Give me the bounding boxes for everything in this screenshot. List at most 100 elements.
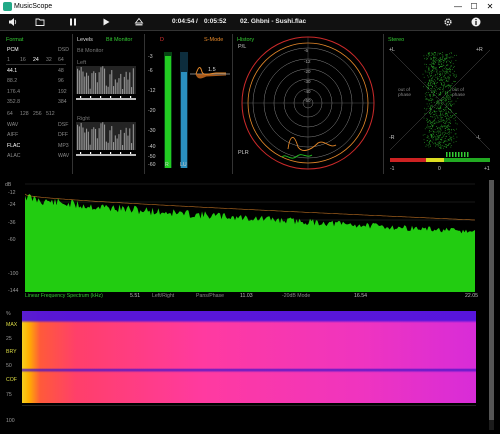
scrollbar-track[interactable] [489,180,494,430]
format-option: 32 [46,57,52,63]
r-value: 1.5 [208,67,216,73]
svg-text:+1: +1 [484,166,490,172]
bit-bar [84,76,86,94]
mode-20db[interactable]: -20dB Mode [282,293,310,299]
history-radial-plot: -6 -12 -20 -30 -40 -50 [241,36,375,170]
format-divider [6,64,66,65]
level-scale-tick: -40 [148,144,156,150]
stereo-title: Stereo [388,37,405,43]
gear-icon[interactable] [443,17,453,27]
bit-bar [78,70,80,94]
volume-icon[interactable] [8,17,18,27]
spectrum-db-label: dB [5,182,12,188]
title-bar: MusicScope — ☐ ✕ [0,0,500,14]
level-scale-tick: -20 [148,108,156,114]
bit-bar [105,85,107,94]
track-title: 02. Ghbni - Sushi.flac [240,18,307,25]
scrollbar-thumb[interactable] [489,180,494,420]
bit-bar [132,124,134,150]
d-mode-label[interactable]: D [160,37,164,43]
xtick-22k: 22.05 [465,293,478,299]
divider [72,34,73,174]
bit-bar [114,135,116,150]
level-scale-tick: -60 [148,162,156,168]
bit-bar [102,66,104,94]
bit-bar [98,72,100,94]
format-option: MP3 [58,143,69,149]
divider [144,34,145,174]
maximize-button[interactable]: ☐ [468,2,480,12]
format-option: 512 [46,111,55,117]
divider [232,34,233,174]
bit-bar [132,68,134,94]
bit-bar [107,86,109,94]
bit-bar [131,143,133,150]
bit-bar [123,76,125,94]
format-option: 44.1 [7,68,18,74]
levels-title: Levels [77,37,93,43]
format-option: FLAC [7,143,21,149]
format-option: DFF [58,132,69,138]
bit-monitor-subtitle: Bit Monitor [77,48,104,54]
play-icon[interactable] [101,17,111,27]
level-scale-tick: -50 [148,154,156,160]
info-icon[interactable] [471,17,481,27]
bit-bar [104,68,106,94]
spectrogram-y-tick: BRY [6,349,17,355]
spectrogram-y-tick: 25 [6,336,12,342]
bit-bar [120,129,122,150]
bit-bar [77,68,79,94]
svg-text:0: 0 [438,166,441,172]
minimize-button[interactable]: — [452,2,464,12]
format-option: 128 [20,111,29,117]
mode-left-right[interactable]: Left/Right [152,293,174,299]
bit-bar [122,145,124,150]
meter-label-lu: LU [180,162,187,168]
bit-bar [84,132,86,150]
meter-label-r: R [165,162,169,168]
format-option: 176.4 [7,89,20,95]
xtick-16k: 16.54 [354,293,367,299]
bit-bar [104,124,106,150]
xtick-5k: 5.51 [130,293,141,299]
spectrogram-baseline [22,405,476,406]
spectrum-y-tick: -24 [8,202,16,208]
pause-icon[interactable] [68,17,78,27]
eject-icon[interactable] [134,17,144,27]
format-option: ALAC [7,153,21,159]
bit-bar [78,126,80,150]
format-option: 48 [58,68,64,74]
bit-bar [89,144,91,150]
bit-bar [122,89,124,94]
bit-bar [109,74,111,94]
bit-bar [114,79,116,94]
spectrogram-y-tick: 100 [6,418,15,424]
bit-bar [107,142,109,150]
mode-pans-phase[interactable]: Pans/Phase [196,293,224,299]
format-option: 64 [7,111,13,117]
bit-bar [93,127,95,150]
bit-bar [80,122,82,150]
bit-bar [116,82,118,94]
bit-bar [105,141,107,150]
bit-bar [77,124,79,150]
toolbar: 0:04:54 / 0:05:52 02. Ghbni - Sushi.flac [0,14,500,31]
format-option: PCM [7,47,19,53]
format-option: DSF [58,122,69,128]
bit-monitor-tab[interactable]: Bit Monitor [106,37,132,43]
format-option: 64 [58,57,64,63]
s-mode-label[interactable]: S-Mode [204,37,223,43]
format-option: 352.8 [7,99,20,105]
left-bit-monitor [76,66,136,100]
bit-bar [109,130,111,150]
format-title: Format [6,37,24,43]
history-ring-label: -12 [304,59,311,64]
time-separator: / [196,18,198,25]
level-scale-tick: -12 [148,88,156,94]
bit-bar [125,71,127,94]
history-ring-label: -20 [304,69,311,74]
history-ring-label: -40 [304,89,311,94]
close-button[interactable]: ✕ [484,2,496,12]
bit-bar [118,134,120,150]
folder-icon[interactable] [35,17,45,27]
